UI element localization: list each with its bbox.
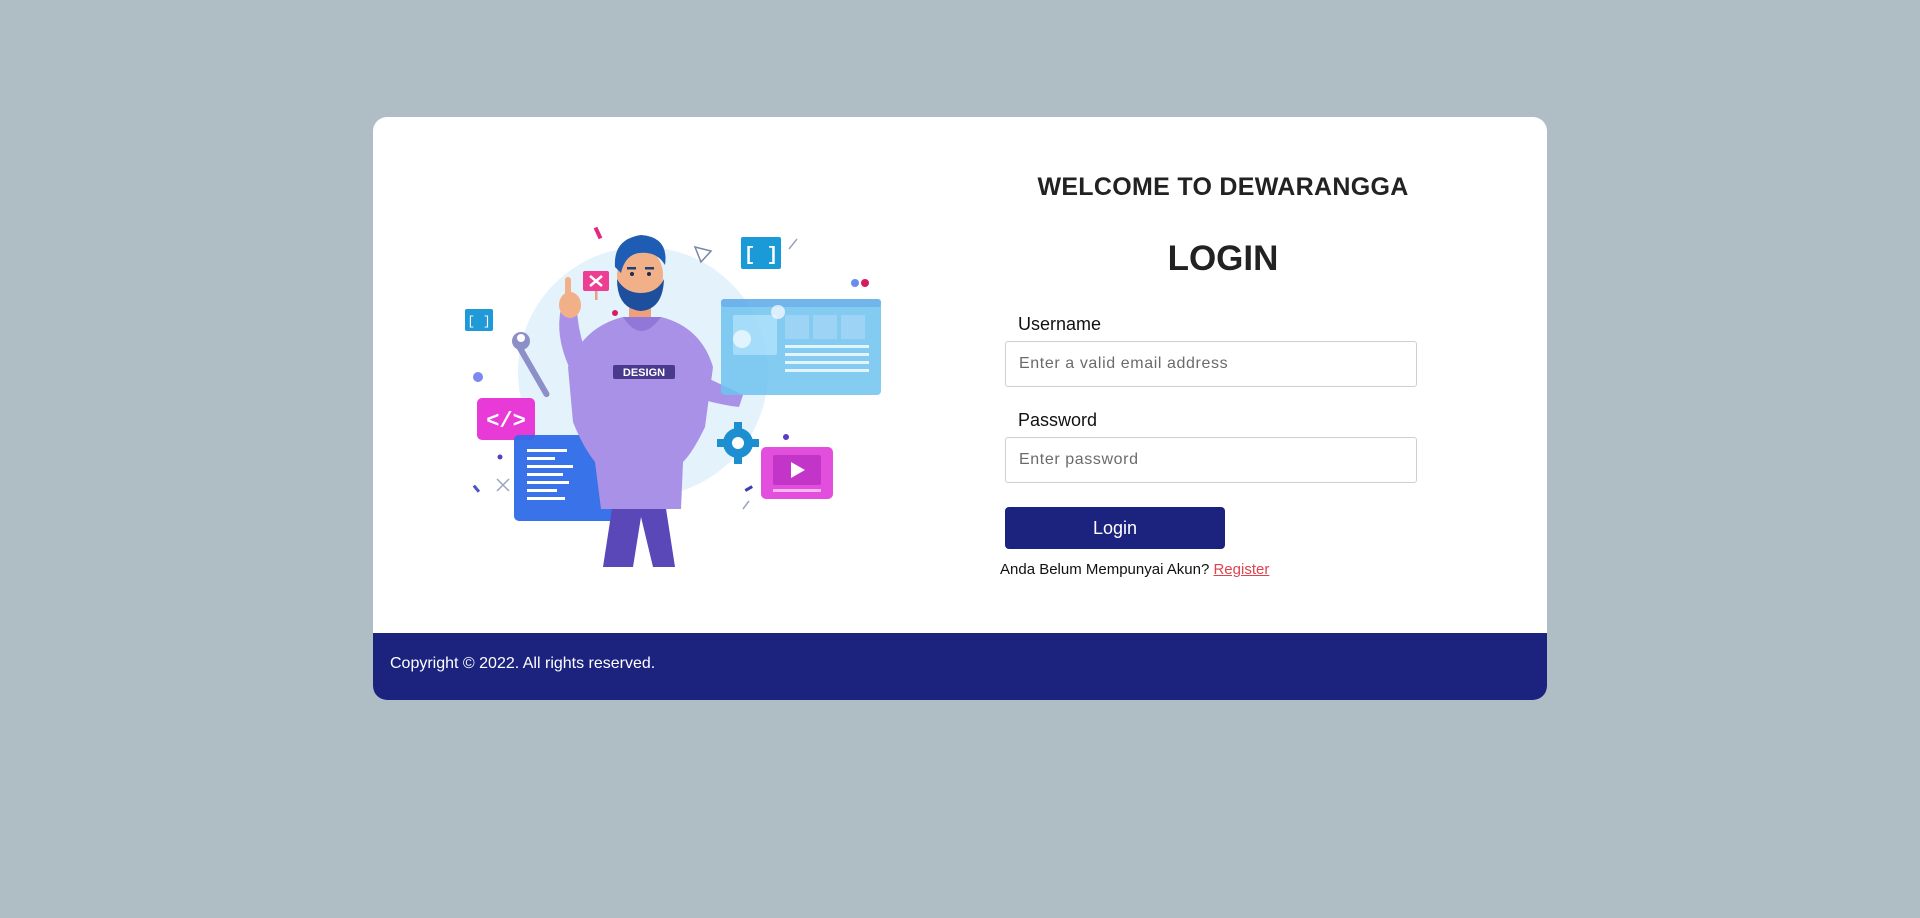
register-link[interactable]: Register (1213, 561, 1269, 578)
register-prompt: Anda Belum Mempunyai Akun? Register (1000, 561, 1269, 578)
password-input[interactable] (1005, 437, 1417, 483)
copyright-text: Copyright © 2022. All rights reserved. (390, 655, 656, 672)
play-icon (761, 447, 833, 499)
bracket-icon: [ ] (741, 237, 781, 269)
bracket-icon: [ ] (465, 309, 493, 331)
password-label: Password (1018, 410, 1098, 430)
username-label: Username (1018, 314, 1102, 334)
footer: Copyright © 2022. All rights reserved. (373, 633, 1547, 700)
svg-text:[ ]: [ ] (467, 314, 490, 329)
register-prompt-text: Anda Belum Mempunyai Akun? (1000, 561, 1210, 578)
login-button[interactable]: Login (1005, 507, 1225, 549)
username-input[interactable] (1005, 341, 1417, 387)
svg-text:</>: </> (486, 409, 526, 434)
code-icon: </> (477, 398, 535, 440)
design-badge-text: DESIGN (623, 367, 665, 379)
svg-text:[ ]: [ ] (744, 244, 778, 266)
login-title: LOGIN (1167, 239, 1279, 278)
browser-window-icon (721, 299, 881, 395)
login-card: [ ] [ ] </> DESIGN WELCOME TO DEWARANGGA… (373, 117, 1547, 700)
welcome-heading: WELCOME TO DEWARANGGA (1037, 173, 1409, 201)
developer-illustration: [ ] [ ] </> DESIGN (465, 226, 881, 567)
